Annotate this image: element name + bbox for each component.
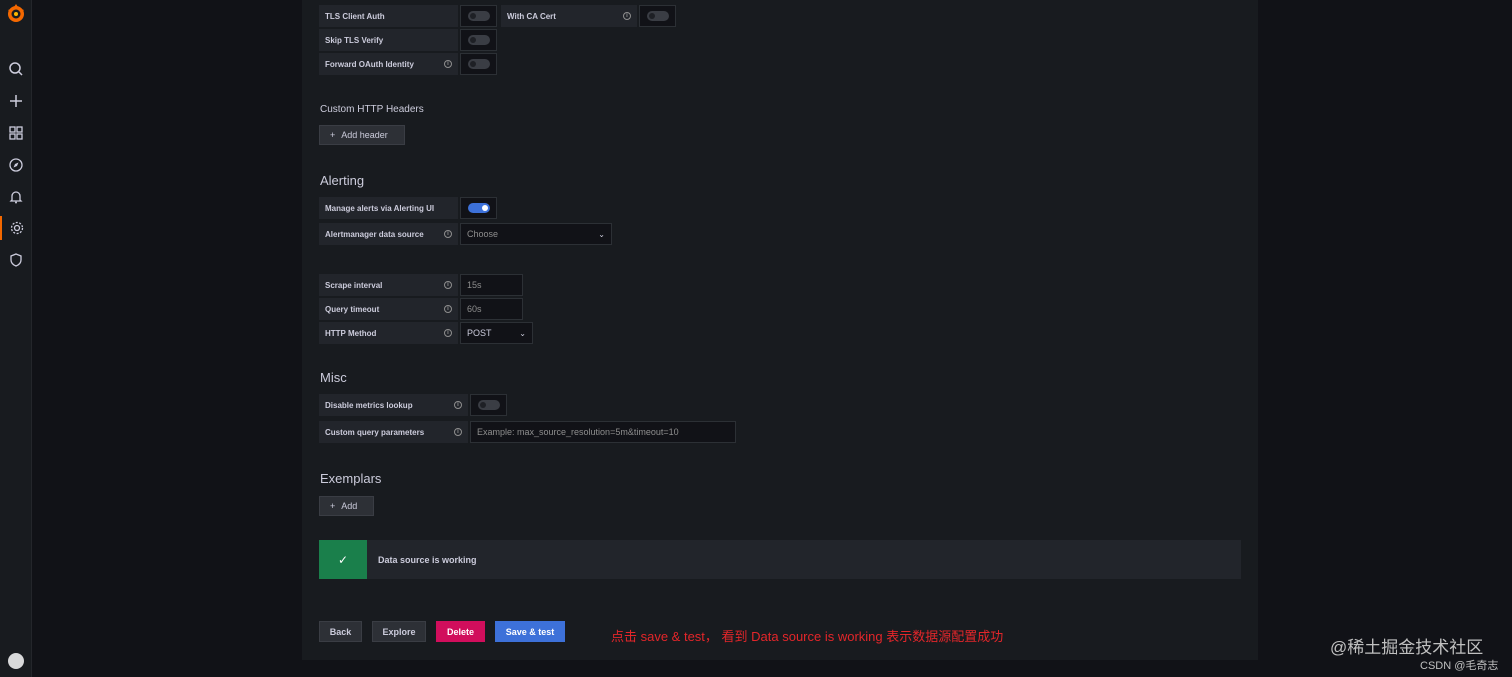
check-icon: ✓ <box>319 540 367 579</box>
dashboards-icon[interactable] <box>0 121 32 145</box>
explore-icon[interactable] <box>0 153 32 177</box>
custom-params-input[interactable]: Example: max_source_resolution=5m&timeou… <box>470 421 736 443</box>
skip-tls-row: Skip TLS Verify <box>319 29 497 51</box>
chevron-down-icon: ⌄ <box>598 229 605 239</box>
search-icon[interactable] <box>0 57 32 81</box>
custom-params-label: Custom query parameters i <box>319 421 468 443</box>
annotation-text: 点击 save & test， 看到 Data source is workin… <box>611 629 1004 644</box>
info-icon: i <box>444 60 452 68</box>
configuration-icon[interactable] <box>0 216 32 240</box>
save-test-button[interactable]: Save & test <box>495 621 565 642</box>
disable-lookup-row: Disable metrics lookup i <box>319 394 507 416</box>
query-timeout-input[interactable]: 60s <box>460 298 523 320</box>
info-icon: i <box>444 329 452 337</box>
info-icon: i <box>623 12 631 20</box>
with-ca-cert-label: With CA Cert i <box>501 5 637 27</box>
alerting-icon[interactable] <box>0 185 32 209</box>
info-icon: i <box>444 305 452 313</box>
scrape-interval-label: Scrape interval i <box>319 274 458 296</box>
status-alert: ✓ Data source is working <box>319 540 1241 579</box>
chevron-down-icon: ⌄ <box>519 328 526 338</box>
alertmanager-select[interactable]: Choose ⌄ <box>460 223 612 245</box>
plus-icon: + <box>330 130 336 140</box>
tls-client-auth-label: TLS Client Auth <box>319 5 458 27</box>
misc-title: Misc <box>320 370 347 385</box>
tls-client-auth-toggle[interactable] <box>460 5 497 27</box>
status-message: Data source is working <box>378 554 477 565</box>
disable-lookup-label: Disable metrics lookup i <box>319 394 468 416</box>
with-ca-cert-toggle[interactable] <box>639 5 676 27</box>
alertmanager-label: Alertmanager data source i <box>319 223 458 245</box>
plus-icon[interactable] <box>0 89 32 113</box>
skip-tls-verify-toggle[interactable] <box>460 29 497 51</box>
http-method-label: HTTP Method i <box>319 322 458 344</box>
delete-button[interactable]: Delete <box>436 621 485 642</box>
tls-client-auth-row: TLS Client Auth With CA Cert i <box>319 5 676 27</box>
forward-oauth-toggle[interactable] <box>460 53 497 75</box>
custom-headers-title: Custom HTTP Headers <box>320 104 424 115</box>
alertmanager-row: Alertmanager data source i Choose ⌄ <box>319 223 612 245</box>
manage-alerts-row: Manage alerts via Alerting UI <box>319 197 497 219</box>
avatar[interactable] <box>8 653 24 669</box>
manage-alerts-label: Manage alerts via Alerting UI <box>319 197 458 219</box>
http-method-select[interactable]: POST ⌄ <box>460 322 533 344</box>
add-header-button[interactable]: + Add header <box>319 125 405 145</box>
scrape-interval-row: Scrape interval i 15s <box>319 274 523 296</box>
plus-icon: + <box>330 501 336 511</box>
skip-tls-verify-label: Skip TLS Verify <box>319 29 458 51</box>
forward-oauth-label: Forward OAuth Identity i <box>319 53 458 75</box>
forward-oauth-row: Forward OAuth Identity i <box>319 53 497 75</box>
grafana-logo-icon[interactable] <box>4 2 28 26</box>
disable-lookup-toggle[interactable] <box>470 394 507 416</box>
query-timeout-row: Query timeout i 60s <box>319 298 523 320</box>
explore-button[interactable]: Explore <box>372 621 426 642</box>
info-icon: i <box>444 230 452 238</box>
manage-alerts-toggle[interactable] <box>460 197 497 219</box>
alerting-title: Alerting <box>320 173 365 188</box>
info-icon: i <box>454 428 462 436</box>
exemplars-title: Exemplars <box>320 471 382 486</box>
watermark-juejin: @稀土掘金技术社区 <box>1330 638 1484 657</box>
add-exemplar-button[interactable]: + Add <box>319 496 374 516</box>
custom-params-row: Custom query parameters i Example: max_so… <box>319 421 736 443</box>
back-button[interactable]: Back <box>319 621 362 642</box>
query-timeout-label: Query timeout i <box>319 298 458 320</box>
watermark-csdn: CSDN @毛奇志 <box>1420 660 1499 672</box>
sidebar <box>0 0 32 677</box>
scrape-interval-input[interactable]: 15s <box>460 274 523 296</box>
http-method-row: HTTP Method i POST ⌄ <box>319 322 533 344</box>
shield-icon[interactable] <box>0 248 32 272</box>
info-icon: i <box>454 401 462 409</box>
info-icon: i <box>444 281 452 289</box>
